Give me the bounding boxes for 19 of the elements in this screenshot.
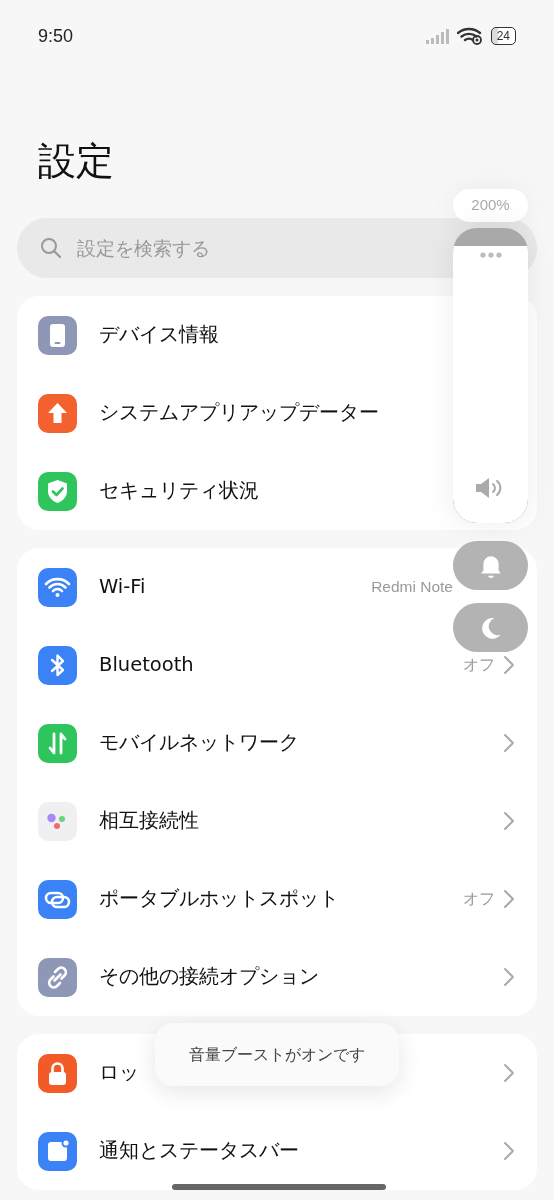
page-title: 設定 [38,142,114,185]
setting-label: モバイルネットワーク [99,730,299,757]
battery-level: 24 [490,27,516,45]
setting-label: セキュリティ状況 [99,478,259,505]
setting-label: 通知とステータスバー [99,1138,299,1165]
setting-label: システムアプリアップデーター [99,400,379,427]
volume-toast: 音量ブーストがオンです [155,1023,399,1086]
setting-label: 相互接続性 [99,808,199,835]
setting-label: ポータブルホットスポット [99,886,339,913]
boost-label: 200% [453,189,528,222]
setting-label: Wi-Fi [99,574,146,601]
setting-label: ロッ [99,1060,139,1087]
clock-time: 9:50 [38,24,74,48]
setting-label: その他の接続オプション [99,964,319,991]
setting-label: デバイス情報 [99,322,219,349]
setting-value: Redmi Note [371,577,453,598]
setting-value: オフ [463,655,495,676]
setting-label: Bluetooth [99,652,194,679]
setting-value: オフ [463,889,495,910]
